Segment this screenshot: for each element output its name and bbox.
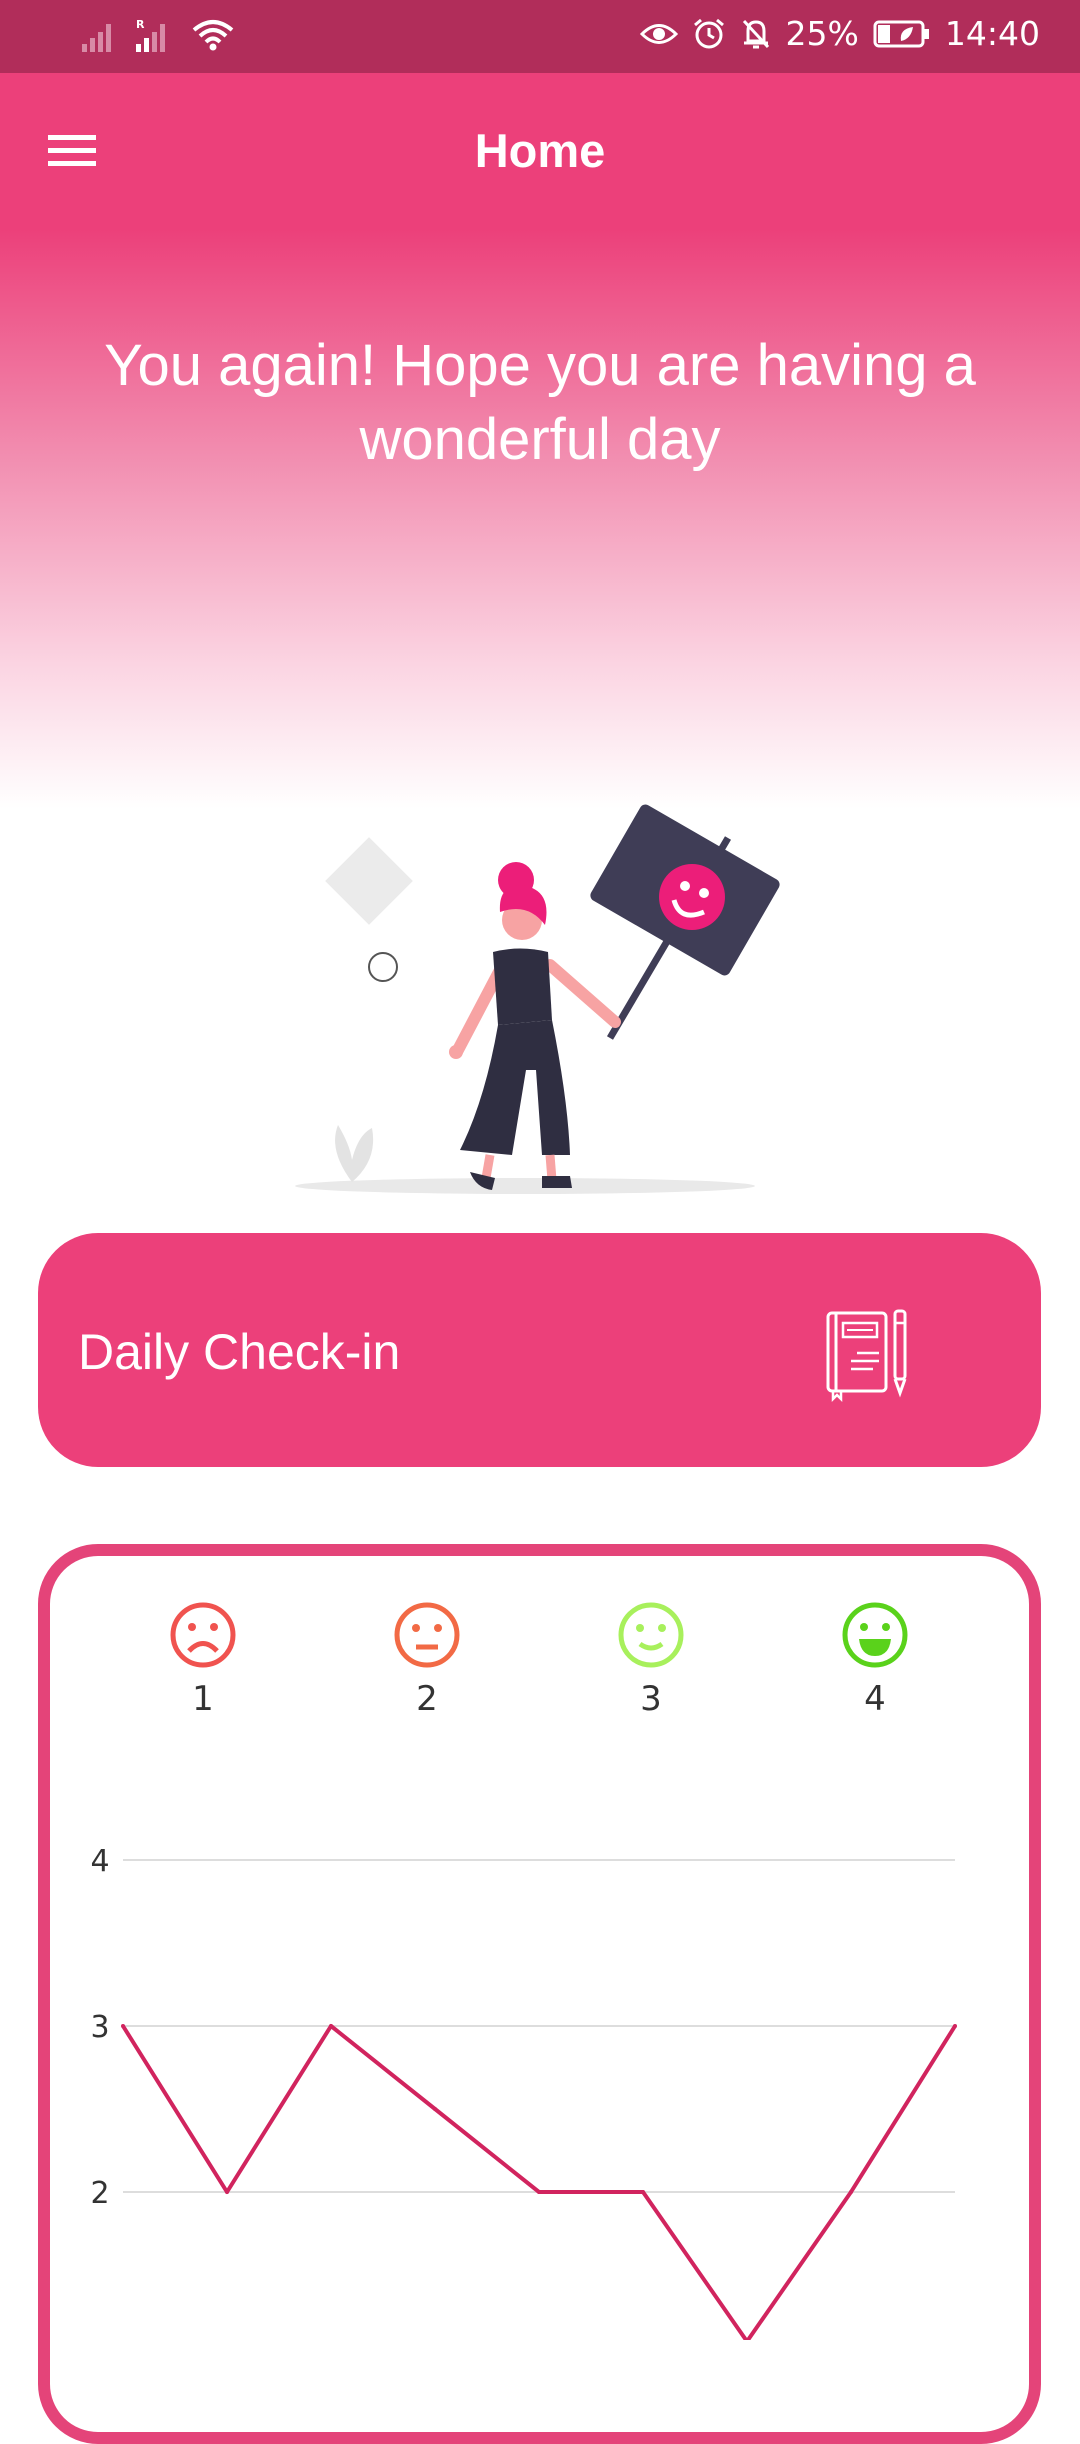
greeting-message: You again! Hope you are having a wonderf… xyxy=(104,333,976,472)
slight-smile-face-icon xyxy=(618,1602,684,1668)
app-bar: Home xyxy=(0,73,1080,229)
y-tick-label: 3 xyxy=(90,2010,109,2045)
svg-text:R: R xyxy=(136,18,145,31)
mood-data-point xyxy=(537,2190,541,2194)
decor-diamond xyxy=(325,837,413,925)
wifi-icon xyxy=(192,20,234,51)
status-left: R xyxy=(80,18,234,52)
mood-value-label: 4 xyxy=(864,1679,886,1719)
mood-data-point xyxy=(953,2024,957,2028)
battery-icon xyxy=(873,20,929,47)
mood-data-point xyxy=(225,2190,229,2194)
battery-percent: 25% xyxy=(785,14,859,53)
mood-data-point xyxy=(641,2190,645,2194)
mood-data-point xyxy=(849,2190,853,2194)
clock: 14:40 xyxy=(944,14,1040,53)
welcome-illustration xyxy=(295,804,780,1194)
mood-data-point xyxy=(433,2107,437,2111)
mood-data-point xyxy=(121,2024,125,2028)
very-sad-face-icon xyxy=(170,1602,236,1668)
mood-legend-item: 2 xyxy=(377,1600,477,1719)
mood-value-label: 3 xyxy=(640,1679,662,1719)
person-pants xyxy=(460,1020,570,1155)
eye-icon xyxy=(639,23,678,44)
mood-data-point xyxy=(329,2024,333,2028)
daily-checkin-button[interactable]: Daily Check-in xyxy=(38,1233,1041,1467)
person-torso xyxy=(493,948,552,1025)
y-tick-label: 2 xyxy=(90,2176,109,2211)
decor-circle xyxy=(368,952,398,982)
mood-legend: 1 2 3 4 xyxy=(0,1600,1080,1720)
ground-shadow xyxy=(295,1178,755,1194)
big-smile-face-icon xyxy=(842,1602,908,1668)
status-bar: R 25% 14:40 xyxy=(0,0,1080,73)
mood-value-label: 2 xyxy=(416,1679,438,1719)
mood-legend-item: 1 xyxy=(153,1600,253,1719)
status-right: 25% 14:40 xyxy=(639,14,1040,53)
hero-banner: You again! Hope you are having a wonderf… xyxy=(0,229,1080,809)
alarm-icon xyxy=(693,18,724,48)
journal-icon xyxy=(826,1309,907,1403)
mood-series-line xyxy=(121,2024,957,2340)
decor-leaf xyxy=(335,1125,374,1182)
daily-checkin-label: Daily Check-in xyxy=(78,1324,401,1380)
mood-legend-item: 4 xyxy=(825,1600,925,1719)
bell-off-icon xyxy=(742,19,769,48)
person-arm-left xyxy=(452,964,506,1056)
y-tick-label: 4 xyxy=(90,1844,109,1879)
page-title: Home xyxy=(474,124,606,177)
neutral-face-icon xyxy=(394,1602,460,1668)
mood-value-label: 1 xyxy=(192,1679,214,1719)
person-shoe-right xyxy=(542,1176,572,1188)
signal-icon xyxy=(82,24,111,52)
mood-legend-item: 3 xyxy=(601,1600,701,1719)
sign-smiley-face xyxy=(659,864,725,930)
mood-line-chart: 4 3 2 xyxy=(90,1844,957,2340)
person-arm-right xyxy=(544,959,621,1028)
signal-roaming-icon: R xyxy=(136,18,165,52)
